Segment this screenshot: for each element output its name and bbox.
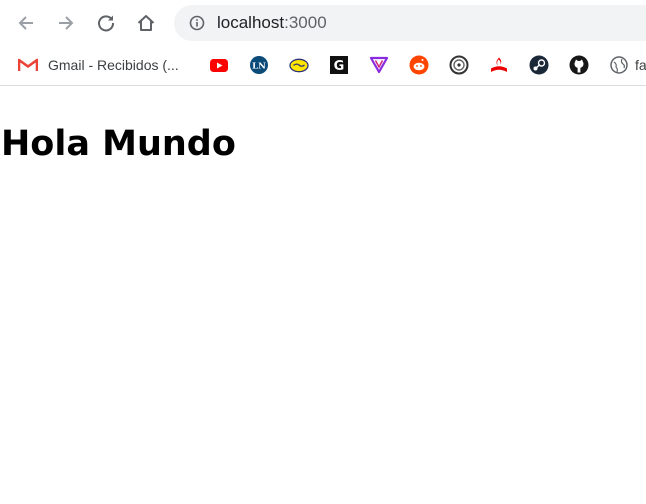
globe-icon	[610, 56, 628, 74]
url-port: :3000	[284, 13, 327, 32]
bookmark-globe[interactable]: fa	[609, 54, 646, 76]
bookmark-label: fa	[635, 57, 646, 73]
bookmarks-bar: Gmail - Recibidos (... LN G fa	[0, 46, 646, 84]
bookmark-reddit[interactable]	[409, 54, 429, 76]
bookmark-ln[interactable]: LN	[249, 54, 269, 76]
reddit-icon	[409, 55, 429, 75]
bookmark-santander[interactable]	[489, 54, 509, 76]
arrow-back-icon	[18, 16, 33, 30]
reload-button[interactable]	[92, 9, 120, 37]
wheel-icon	[449, 55, 469, 75]
page-content: Hola Mundo	[0, 86, 646, 504]
reload-icon	[98, 15, 115, 32]
home-button[interactable]	[132, 9, 160, 37]
arrow-forward-icon	[59, 16, 74, 30]
santander-icon	[491, 57, 507, 72]
home-icon	[137, 15, 155, 31]
gmail-icon	[18, 58, 38, 71]
bookmark-mercadolibre[interactable]	[289, 54, 309, 76]
bookmark-label: Gmail - Recibidos (...	[48, 57, 179, 73]
svg-text:G: G	[334, 59, 345, 74]
youtube-icon	[210, 59, 228, 72]
back-button[interactable]	[12, 9, 40, 37]
forward-button[interactable]	[52, 9, 80, 37]
mercadolibre-icon	[289, 58, 309, 73]
bookmark-v[interactable]	[369, 54, 389, 76]
url-text[interactable]: localhost:3000	[217, 13, 327, 33]
ln-icon: LN	[250, 56, 268, 74]
steam-icon	[529, 55, 549, 75]
bookmark-gmail[interactable]: Gmail - Recibidos (...	[18, 54, 179, 76]
info-icon[interactable]	[189, 15, 205, 31]
navigation-toolbar: localhost:3000	[0, 0, 646, 46]
page-heading: Hola Mundo	[1, 124, 236, 164]
address-bar[interactable]: localhost:3000	[174, 5, 646, 41]
browser-chrome: localhost:3000 Gmail - Recibidos (... LN	[0, 0, 646, 86]
bookmark-g[interactable]: G	[329, 54, 349, 76]
github-icon	[569, 55, 589, 75]
svg-text:LN: LN	[252, 62, 266, 72]
v-icon	[369, 56, 389, 74]
g-icon: G	[330, 56, 348, 74]
bookmark-wheel[interactable]	[449, 54, 469, 76]
url-host: localhost	[217, 13, 285, 32]
bookmark-github[interactable]	[569, 54, 589, 76]
bookmark-steam[interactable]	[529, 54, 549, 76]
bookmark-youtube[interactable]	[209, 54, 229, 76]
